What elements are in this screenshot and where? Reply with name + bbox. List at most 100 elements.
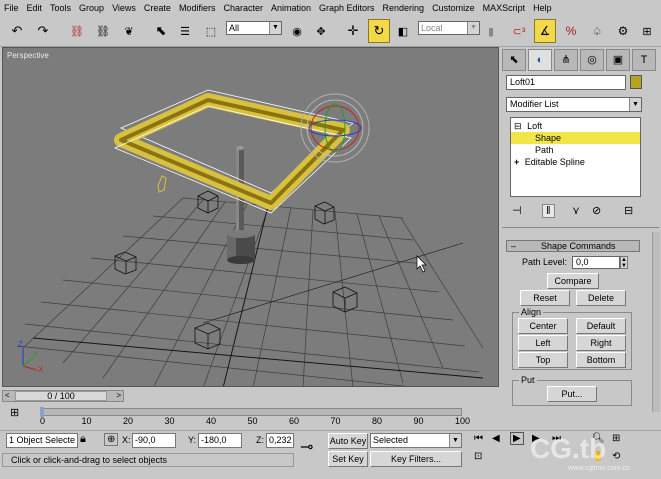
menu-help[interactable]: Help [529, 3, 556, 13]
track-bar-ruler[interactable] [40, 408, 462, 416]
absolute-mode-icon[interactable]: ⊕ [104, 433, 119, 446]
link-icon[interactable]: ⛓ [66, 19, 88, 43]
perspective-viewport[interactable]: Perspective Z X Y [2, 47, 499, 387]
y-coordinate-field[interactable]: -180,0 [198, 433, 242, 448]
teapot-render-icon[interactable]: ⚙ [612, 19, 634, 43]
compare-button[interactable]: Compare [547, 273, 599, 289]
menu-character[interactable]: Character [219, 3, 267, 13]
rollout-shape-commands[interactable]: – Shape Commands [506, 240, 640, 252]
configure-sets-icon[interactable]: ⊟ [624, 204, 633, 217]
display-tab-icon[interactable]: ▣ [606, 49, 630, 71]
unlink-icon[interactable]: ⛓ [92, 19, 114, 43]
prev-frame-icon[interactable]: < [5, 391, 10, 400]
menu-graph-editors[interactable]: Graph Editors [315, 3, 379, 13]
track-bar-ticks: 0 10 20 30 40 50 60 70 80 90 100 [40, 416, 470, 428]
undo-icon[interactable]: ↶ [6, 19, 28, 43]
menu-rendering[interactable]: Rendering [379, 3, 429, 13]
percent-snap-icon[interactable]: % [560, 19, 582, 43]
next-frame-icon[interactable]: > [116, 391, 121, 400]
bottom-button[interactable]: Bottom [576, 352, 626, 368]
make-unique-icon[interactable]: ⋎ [572, 204, 580, 217]
show-end-result-icon[interactable]: ‖ [542, 204, 555, 218]
select-move-icon[interactable]: ✛ [342, 19, 364, 43]
stack-item-loft[interactable]: ⊟ Loft [511, 120, 640, 132]
create-tab-icon[interactable]: ⬉ [502, 49, 526, 71]
utilities-tab-icon[interactable]: T [632, 49, 656, 71]
path-level-field[interactable]: 0,0 [572, 256, 620, 269]
default-button[interactable]: Default [576, 318, 626, 334]
menu-modifiers[interactable]: Modifiers [175, 3, 220, 13]
prev-key-icon[interactable]: ◀ [492, 433, 500, 444]
key-mode-toggle-icon[interactable]: ⊡ [474, 451, 482, 462]
ref-coord-dropdown[interactable]: Local ▼ [418, 21, 480, 35]
track-bar[interactable]: ⊞ 0 10 20 30 40 50 60 70 80 90 100 [0, 404, 470, 430]
time-slider-track[interactable]: < 0 / 100 > [2, 390, 124, 402]
selection-filter-dropdown[interactable]: All ▼ [226, 21, 282, 35]
object-color-swatch[interactable] [630, 75, 642, 89]
panel-scrollbar[interactable] [652, 232, 660, 412]
reset-button[interactable]: Reset [520, 290, 570, 306]
pin-stack-icon[interactable]: ⊣ [512, 204, 522, 217]
pivot-center-icon[interactable]: ▮ [480, 19, 502, 43]
path-level-spinner[interactable]: ▲ ▼ [620, 256, 628, 269]
play-icon[interactable]: ▶ [510, 432, 524, 445]
menu-file[interactable]: File [0, 3, 23, 13]
lock-icon[interactable]: 🔒︎ [80, 433, 86, 446]
track-bar-toggle-icon[interactable]: ⊞ [10, 406, 19, 419]
set-key-button[interactable]: Set Key [328, 451, 368, 467]
key-icon[interactable]: ⊸ [300, 437, 313, 457]
spinner-snap-icon[interactable]: ♤ [586, 19, 608, 43]
stack-item-editable-spline[interactable]: + Editable Spline [511, 156, 640, 168]
z-coordinate-field[interactable]: 0,232 [266, 433, 294, 448]
hierarchy-tab-icon[interactable]: ⋔ [554, 49, 578, 71]
top-button[interactable]: Top [518, 352, 568, 368]
key-mode-dropdown[interactable]: Selected ▼ [370, 433, 462, 448]
tick-label: 0 [40, 416, 46, 426]
menu-tools[interactable]: Tools [46, 3, 75, 13]
zoom-all-icon[interactable]: ⊞ [612, 433, 620, 444]
left-button[interactable]: Left [518, 335, 568, 351]
snaps-toggle-icon[interactable]: ⊂³ [508, 19, 530, 43]
select-icon[interactable]: ⬉ [150, 19, 172, 43]
remove-modifier-icon[interactable]: ⊘ [592, 204, 601, 217]
go-to-start-icon[interactable]: ⏮ [474, 433, 483, 444]
rect-region-icon[interactable]: ⬚ [200, 19, 222, 43]
modify-tab-icon[interactable]: ◐ [528, 49, 552, 71]
delete-button[interactable]: Delete [576, 290, 626, 306]
auto-key-button[interactable]: Auto Key [328, 433, 368, 449]
menu-animation[interactable]: Animation [267, 3, 315, 13]
angle-snap-icon[interactable]: ∡ [534, 19, 556, 43]
time-slider-thumb[interactable]: 0 / 100 [15, 391, 107, 401]
x-coordinate-field[interactable]: -90,0 [132, 433, 176, 448]
chevron-down-icon: ▼ [269, 22, 281, 34]
bind-spacewarp-icon[interactable]: ❦ [118, 19, 140, 43]
right-button[interactable]: Right [576, 335, 626, 351]
status-bar: 1 Object Selecte 🔒︎ ⊕ X: -90,0 Y: -180,0… [0, 430, 661, 479]
menu-maxscript[interactable]: MAXScript [479, 3, 530, 13]
menu-views[interactable]: Views [108, 3, 140, 13]
menu-customize[interactable]: Customize [428, 3, 479, 13]
tick-label: 50 [247, 416, 258, 426]
put-button[interactable]: Put... [547, 386, 597, 402]
align-icon[interactable]: ⊞ [636, 19, 658, 43]
redo-icon[interactable]: ↷ [32, 19, 54, 43]
shape-spline[interactable] [157, 175, 167, 193]
menu-group[interactable]: Group [75, 3, 108, 13]
motion-tab-icon[interactable]: ◎ [580, 49, 604, 71]
stack-item-path[interactable]: Path [511, 144, 640, 156]
object-name-field[interactable]: Loft01 [506, 75, 626, 90]
select-region-icon[interactable]: ◉ [286, 19, 308, 43]
modifier-list-dropdown[interactable]: Modifier List ▼ [506, 97, 642, 112]
key-filters-button[interactable]: Key Filters... [370, 451, 462, 467]
menu-create[interactable]: Create [140, 3, 175, 13]
select-by-name-icon[interactable]: ☰ [174, 19, 196, 43]
arc-rotate-icon[interactable]: ⟲ [612, 451, 620, 462]
center-button[interactable]: Center [518, 318, 568, 334]
menu-edit[interactable]: Edit [23, 3, 47, 13]
select-scale-icon[interactable]: ◧ [392, 19, 414, 43]
select-manipulate-icon[interactable]: ✥ [310, 19, 332, 43]
stack-item-shape[interactable]: Shape [511, 132, 640, 144]
modifier-stack[interactable]: ⊟ Loft Shape Path + Editable Spline [510, 117, 641, 197]
select-rotate-icon[interactable]: ↻ [368, 19, 390, 43]
loft-object[interactable] [113, 89, 354, 214]
